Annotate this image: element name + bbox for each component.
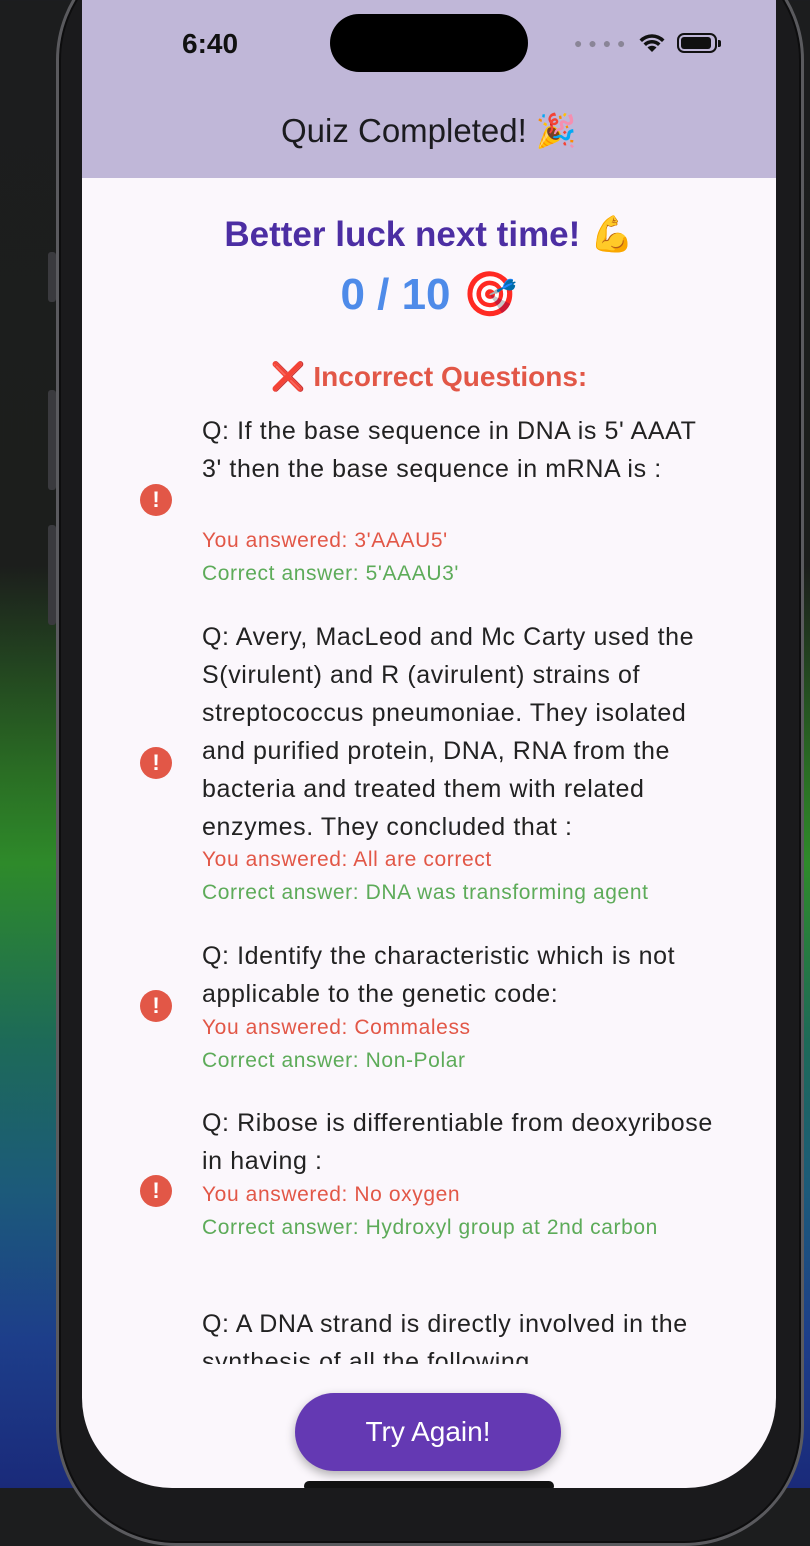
home-indicator: [304, 1481, 554, 1488]
wifi-icon: [639, 34, 664, 52]
your-answer: You answered: All are correct: [202, 848, 492, 871]
dynamic-island: [330, 14, 528, 72]
try-again-button[interactable]: Try Again!: [295, 1393, 561, 1471]
volume-down-button: [48, 525, 56, 625]
action-button: [48, 252, 56, 302]
correct-answer: Correct answer: DNA was transforming age…: [202, 881, 649, 904]
your-answer: You answered: Commaless: [202, 1016, 471, 1039]
score-display: 0 / 10 🎯: [340, 270, 518, 319]
app-bar: 6:40 ● ● ● ● Quiz Completed! 🎉: [82, 0, 776, 178]
question-text: Q: Avery, MacLeod and Mc Carty used the …: [202, 623, 695, 841]
status-time: 6:40: [182, 28, 239, 59]
question-text: Q: Ribose is differentiable from deoxyri…: [202, 1109, 713, 1175]
your-answer: You answered: 3'AAAU5': [202, 529, 448, 552]
incorrect-header-label: Incorrect Questions:: [313, 361, 588, 392]
incorrect-questions-header: ❌ Incorrect Questions:: [82, 360, 776, 393]
result-message: Better luck next time! 💪: [224, 215, 634, 254]
cellular-dots-icon: ● ● ● ●: [574, 35, 627, 51]
incorrect-questions-list[interactable]: ! Q: If the base sequence in DNA is 5' A…: [82, 412, 776, 1364]
volume-up-button: [48, 390, 56, 490]
app-screen: 6:40 ● ● ● ● Quiz Completed! 🎉 Better lu…: [82, 0, 776, 1488]
status-icons: ● ● ● ●: [574, 28, 721, 58]
alert-circle-icon: !: [140, 1175, 172, 1207]
your-answer: You answered: No oxygen: [202, 1183, 461, 1206]
question-text: Q: Identify the characteristic which is …: [202, 942, 676, 1008]
alert-circle-icon: !: [140, 990, 172, 1022]
correct-answer: Correct answer: Non-Polar: [202, 1049, 466, 1072]
question-text: Q: If the base sequence in DNA is 5' AAA…: [202, 417, 696, 483]
question-text: Q: A DNA strand is directly involved in …: [202, 1310, 688, 1364]
correct-answer: Correct answer: 5'AAAU3': [202, 562, 460, 585]
page-title: Quiz Completed! 🎉: [280, 112, 578, 149]
battery-icon: [676, 33, 721, 53]
alert-circle-icon: !: [140, 747, 172, 779]
correct-answer: Correct answer: Hydroxyl group at 2nd ca…: [202, 1216, 658, 1239]
cross-mark-icon: ❌: [270, 361, 306, 392]
alert-circle-icon: !: [140, 484, 172, 516]
